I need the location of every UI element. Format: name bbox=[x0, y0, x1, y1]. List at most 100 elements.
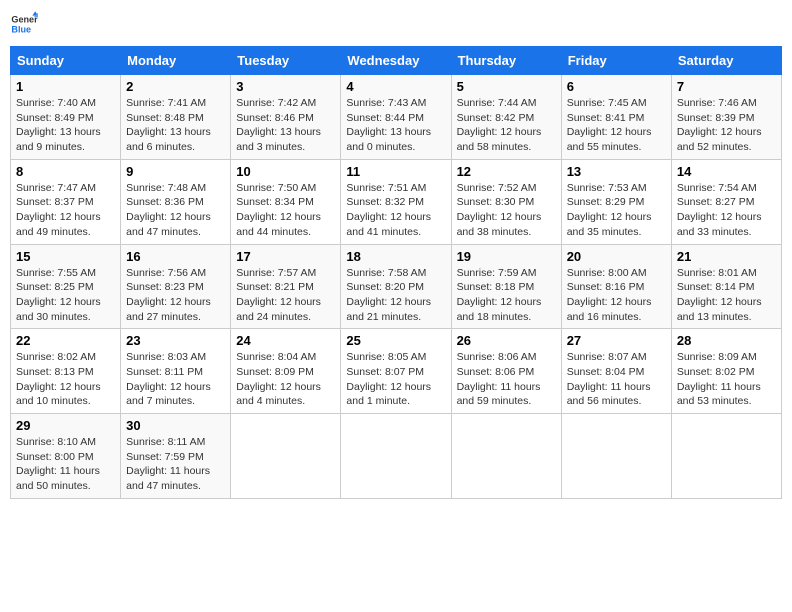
day-header-thursday: Thursday bbox=[451, 47, 561, 75]
day-cell-19: 19 Sunrise: 7:59 AM Sunset: 8:18 PM Dayl… bbox=[451, 244, 561, 329]
day-number: 4 bbox=[346, 79, 445, 94]
week-row-2: 8 Sunrise: 7:47 AM Sunset: 8:37 PM Dayli… bbox=[11, 159, 782, 244]
day-number: 11 bbox=[346, 164, 445, 179]
day-info: Sunrise: 7:57 AM Sunset: 8:21 PM Dayligh… bbox=[236, 266, 335, 325]
day-info: Sunrise: 8:04 AM Sunset: 8:09 PM Dayligh… bbox=[236, 350, 335, 409]
empty-cell bbox=[231, 414, 341, 499]
day-number: 3 bbox=[236, 79, 335, 94]
day-cell-25: 25 Sunrise: 8:05 AM Sunset: 8:07 PM Dayl… bbox=[341, 329, 451, 414]
day-cell-27: 27 Sunrise: 8:07 AM Sunset: 8:04 PM Dayl… bbox=[561, 329, 671, 414]
day-number: 22 bbox=[16, 333, 115, 348]
day-number: 18 bbox=[346, 249, 445, 264]
day-info: Sunrise: 7:50 AM Sunset: 8:34 PM Dayligh… bbox=[236, 181, 335, 240]
day-cell-12: 12 Sunrise: 7:52 AM Sunset: 8:30 PM Dayl… bbox=[451, 159, 561, 244]
day-number: 7 bbox=[677, 79, 776, 94]
day-number: 25 bbox=[346, 333, 445, 348]
day-cell-11: 11 Sunrise: 7:51 AM Sunset: 8:32 PM Dayl… bbox=[341, 159, 451, 244]
day-cell-3: 3 Sunrise: 7:42 AM Sunset: 8:46 PM Dayli… bbox=[231, 75, 341, 160]
day-header-row: SundayMondayTuesdayWednesdayThursdayFrid… bbox=[11, 47, 782, 75]
logo-icon: General Blue bbox=[10, 10, 38, 38]
day-info: Sunrise: 7:58 AM Sunset: 8:20 PM Dayligh… bbox=[346, 266, 445, 325]
day-number: 28 bbox=[677, 333, 776, 348]
day-number: 21 bbox=[677, 249, 776, 264]
empty-cell bbox=[451, 414, 561, 499]
page-header: General Blue bbox=[10, 10, 782, 38]
day-info: Sunrise: 8:07 AM Sunset: 8:04 PM Dayligh… bbox=[567, 350, 666, 409]
day-info: Sunrise: 7:41 AM Sunset: 8:48 PM Dayligh… bbox=[126, 96, 225, 155]
svg-text:Blue: Blue bbox=[11, 24, 31, 34]
day-number: 2 bbox=[126, 79, 225, 94]
day-info: Sunrise: 7:56 AM Sunset: 8:23 PM Dayligh… bbox=[126, 266, 225, 325]
day-info: Sunrise: 7:48 AM Sunset: 8:36 PM Dayligh… bbox=[126, 181, 225, 240]
day-number: 10 bbox=[236, 164, 335, 179]
day-cell-8: 8 Sunrise: 7:47 AM Sunset: 8:37 PM Dayli… bbox=[11, 159, 121, 244]
day-number: 1 bbox=[16, 79, 115, 94]
day-header-tuesday: Tuesday bbox=[231, 47, 341, 75]
day-info: Sunrise: 7:59 AM Sunset: 8:18 PM Dayligh… bbox=[457, 266, 556, 325]
day-cell-5: 5 Sunrise: 7:44 AM Sunset: 8:42 PM Dayli… bbox=[451, 75, 561, 160]
day-info: Sunrise: 8:05 AM Sunset: 8:07 PM Dayligh… bbox=[346, 350, 445, 409]
day-number: 13 bbox=[567, 164, 666, 179]
day-info: Sunrise: 8:01 AM Sunset: 8:14 PM Dayligh… bbox=[677, 266, 776, 325]
calendar-table: SundayMondayTuesdayWednesdayThursdayFrid… bbox=[10, 46, 782, 499]
day-cell-26: 26 Sunrise: 8:06 AM Sunset: 8:06 PM Dayl… bbox=[451, 329, 561, 414]
day-header-monday: Monday bbox=[121, 47, 231, 75]
day-number: 23 bbox=[126, 333, 225, 348]
day-info: Sunrise: 8:00 AM Sunset: 8:16 PM Dayligh… bbox=[567, 266, 666, 325]
day-number: 19 bbox=[457, 249, 556, 264]
day-info: Sunrise: 8:11 AM Sunset: 7:59 PM Dayligh… bbox=[126, 435, 225, 494]
day-info: Sunrise: 8:09 AM Sunset: 8:02 PM Dayligh… bbox=[677, 350, 776, 409]
day-cell-29: 29 Sunrise: 8:10 AM Sunset: 8:00 PM Dayl… bbox=[11, 414, 121, 499]
day-info: Sunrise: 7:53 AM Sunset: 8:29 PM Dayligh… bbox=[567, 181, 666, 240]
day-cell-22: 22 Sunrise: 8:02 AM Sunset: 8:13 PM Dayl… bbox=[11, 329, 121, 414]
day-cell-17: 17 Sunrise: 7:57 AM Sunset: 8:21 PM Dayl… bbox=[231, 244, 341, 329]
day-info: Sunrise: 7:46 AM Sunset: 8:39 PM Dayligh… bbox=[677, 96, 776, 155]
day-cell-6: 6 Sunrise: 7:45 AM Sunset: 8:41 PM Dayli… bbox=[561, 75, 671, 160]
day-number: 12 bbox=[457, 164, 556, 179]
empty-cell bbox=[671, 414, 781, 499]
svg-text:General: General bbox=[11, 15, 38, 25]
day-info: Sunrise: 8:06 AM Sunset: 8:06 PM Dayligh… bbox=[457, 350, 556, 409]
day-info: Sunrise: 7:45 AM Sunset: 8:41 PM Dayligh… bbox=[567, 96, 666, 155]
day-cell-7: 7 Sunrise: 7:46 AM Sunset: 8:39 PM Dayli… bbox=[671, 75, 781, 160]
day-info: Sunrise: 8:03 AM Sunset: 8:11 PM Dayligh… bbox=[126, 350, 225, 409]
day-cell-24: 24 Sunrise: 8:04 AM Sunset: 8:09 PM Dayl… bbox=[231, 329, 341, 414]
day-cell-2: 2 Sunrise: 7:41 AM Sunset: 8:48 PM Dayli… bbox=[121, 75, 231, 160]
empty-cell bbox=[341, 414, 451, 499]
day-number: 24 bbox=[236, 333, 335, 348]
week-row-1: 1 Sunrise: 7:40 AM Sunset: 8:49 PM Dayli… bbox=[11, 75, 782, 160]
day-header-friday: Friday bbox=[561, 47, 671, 75]
day-cell-15: 15 Sunrise: 7:55 AM Sunset: 8:25 PM Dayl… bbox=[11, 244, 121, 329]
logo: General Blue bbox=[10, 10, 38, 38]
day-info: Sunrise: 7:47 AM Sunset: 8:37 PM Dayligh… bbox=[16, 181, 115, 240]
day-info: Sunrise: 7:43 AM Sunset: 8:44 PM Dayligh… bbox=[346, 96, 445, 155]
day-cell-21: 21 Sunrise: 8:01 AM Sunset: 8:14 PM Dayl… bbox=[671, 244, 781, 329]
empty-cell bbox=[561, 414, 671, 499]
day-number: 30 bbox=[126, 418, 225, 433]
day-info: Sunrise: 7:52 AM Sunset: 8:30 PM Dayligh… bbox=[457, 181, 556, 240]
day-info: Sunrise: 7:55 AM Sunset: 8:25 PM Dayligh… bbox=[16, 266, 115, 325]
day-cell-9: 9 Sunrise: 7:48 AM Sunset: 8:36 PM Dayli… bbox=[121, 159, 231, 244]
day-cell-18: 18 Sunrise: 7:58 AM Sunset: 8:20 PM Dayl… bbox=[341, 244, 451, 329]
day-number: 9 bbox=[126, 164, 225, 179]
day-info: Sunrise: 7:44 AM Sunset: 8:42 PM Dayligh… bbox=[457, 96, 556, 155]
day-cell-1: 1 Sunrise: 7:40 AM Sunset: 8:49 PM Dayli… bbox=[11, 75, 121, 160]
day-number: 6 bbox=[567, 79, 666, 94]
day-number: 26 bbox=[457, 333, 556, 348]
day-number: 29 bbox=[16, 418, 115, 433]
week-row-4: 22 Sunrise: 8:02 AM Sunset: 8:13 PM Dayl… bbox=[11, 329, 782, 414]
day-number: 16 bbox=[126, 249, 225, 264]
day-number: 5 bbox=[457, 79, 556, 94]
day-info: Sunrise: 8:10 AM Sunset: 8:00 PM Dayligh… bbox=[16, 435, 115, 494]
day-header-sunday: Sunday bbox=[11, 47, 121, 75]
day-cell-13: 13 Sunrise: 7:53 AM Sunset: 8:29 PM Dayl… bbox=[561, 159, 671, 244]
day-number: 20 bbox=[567, 249, 666, 264]
day-cell-28: 28 Sunrise: 8:09 AM Sunset: 8:02 PM Dayl… bbox=[671, 329, 781, 414]
week-row-5: 29 Sunrise: 8:10 AM Sunset: 8:00 PM Dayl… bbox=[11, 414, 782, 499]
day-header-saturday: Saturday bbox=[671, 47, 781, 75]
day-header-wednesday: Wednesday bbox=[341, 47, 451, 75]
day-cell-14: 14 Sunrise: 7:54 AM Sunset: 8:27 PM Dayl… bbox=[671, 159, 781, 244]
week-row-3: 15 Sunrise: 7:55 AM Sunset: 8:25 PM Dayl… bbox=[11, 244, 782, 329]
day-number: 17 bbox=[236, 249, 335, 264]
day-cell-30: 30 Sunrise: 8:11 AM Sunset: 7:59 PM Dayl… bbox=[121, 414, 231, 499]
